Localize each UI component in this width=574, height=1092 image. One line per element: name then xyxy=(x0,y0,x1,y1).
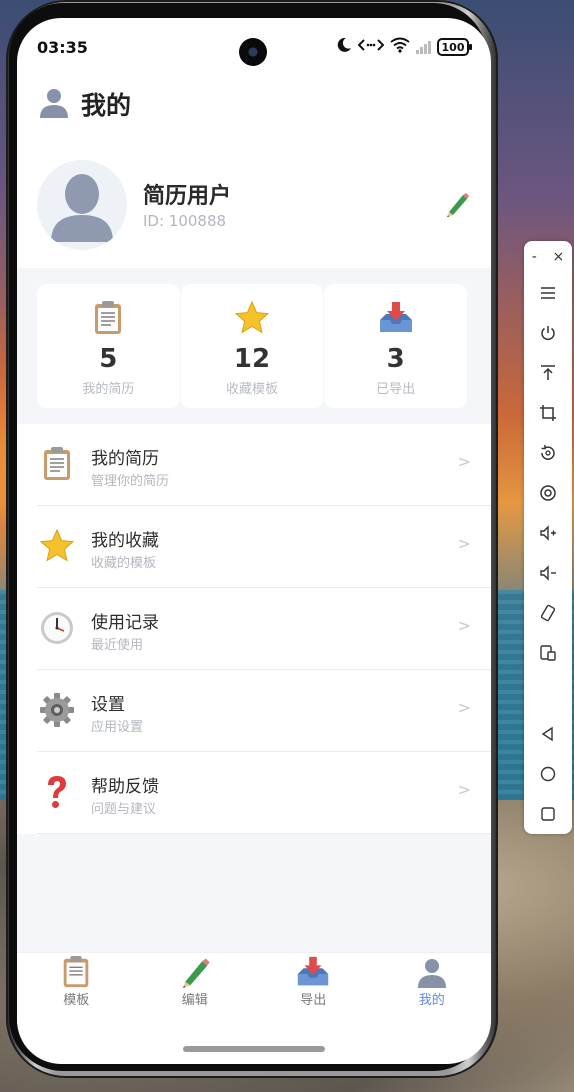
star-icon xyxy=(39,528,75,564)
stat-card-resumes[interactable]: 5 我的简历 xyxy=(37,284,180,408)
pencil-icon xyxy=(178,955,212,989)
user-icon xyxy=(37,85,71,123)
chevron-right-icon: > xyxy=(457,452,471,471)
tab-export[interactable]: 导出 xyxy=(254,953,373,1024)
stat-label: 已导出 xyxy=(376,382,416,397)
menu-title: 设置 xyxy=(91,695,125,715)
tab-edit[interactable]: 编辑 xyxy=(136,953,255,1024)
screenshot-icon[interactable] xyxy=(524,478,572,508)
user-icon xyxy=(415,955,449,989)
home-indicator[interactable] xyxy=(183,1046,325,1052)
data-transfer-icon xyxy=(357,37,385,58)
menu-list: 我的简历 管理你的简历 > 我的收藏 收藏的模板 > 使用记录 最近使用 > 设… xyxy=(17,424,491,834)
chevron-right-icon: > xyxy=(457,534,471,553)
page-header: 我的 xyxy=(37,84,131,124)
status-time: 03:35 xyxy=(37,38,88,57)
stat-value: 3 xyxy=(386,344,405,374)
menu-item-my-resumes[interactable]: 我的简历 管理你的简历 > xyxy=(17,424,491,506)
user-name: 简历用户 xyxy=(143,184,232,209)
status-bar: 03:35 100 xyxy=(17,18,491,76)
front-camera xyxy=(239,38,267,66)
signal-icon xyxy=(416,40,431,54)
pencil-icon[interactable] xyxy=(443,190,471,218)
menu-subtitle: 最近使用 xyxy=(91,638,144,653)
star-icon xyxy=(234,300,270,336)
stats-row: 5 我的简历 12 收藏模板 3 已导出 xyxy=(37,284,468,408)
menu-icon[interactable] xyxy=(524,278,572,308)
menu-title: 帮助反馈 xyxy=(91,777,159,797)
moon-icon xyxy=(336,37,352,58)
minimize-button[interactable]: - xyxy=(532,249,537,265)
wifi-icon xyxy=(390,37,410,58)
menu-item-help[interactable]: 帮助反馈 问题与建议 > xyxy=(17,752,491,834)
phone-screen: 03:35 100 我的 简历用户 ID: 100888 5 我的简历 12 收… xyxy=(17,18,491,1064)
menu-subtitle: 问题与建议 xyxy=(91,802,157,817)
rotate-icon[interactable] xyxy=(524,438,572,468)
menu-title: 我的收藏 xyxy=(91,531,159,551)
tab-mine[interactable]: 我的 xyxy=(373,953,492,1024)
menu-title: 我的简历 xyxy=(91,449,159,469)
emulator-side-toolbar: - × xyxy=(524,241,572,834)
download-tray-icon xyxy=(296,955,330,989)
tab-templates[interactable]: 模板 xyxy=(17,953,136,1024)
rotate-device-icon[interactable] xyxy=(524,598,572,628)
status-icons: 100 xyxy=(336,37,472,58)
pin-top-icon[interactable] xyxy=(524,358,572,388)
gear-icon xyxy=(39,692,75,728)
menu-subtitle: 应用设置 xyxy=(91,720,144,735)
stat-card-favorites[interactable]: 12 收藏模板 xyxy=(180,284,324,408)
menu-subtitle: 管理你的简历 xyxy=(91,474,170,489)
menu-item-favorites[interactable]: 我的收藏 收藏的模板 > xyxy=(17,506,491,588)
volume-up-icon[interactable] xyxy=(524,518,572,548)
volume-down-icon[interactable] xyxy=(524,558,572,588)
battery-icon: 100 xyxy=(437,38,472,56)
menu-item-settings[interactable]: 设置 应用设置 > xyxy=(17,670,491,752)
menu-item-history[interactable]: 使用记录 最近使用 > xyxy=(17,588,491,670)
stat-label: 我的简历 xyxy=(82,382,135,397)
tab-label: 我的 xyxy=(418,993,445,1008)
chevron-right-icon: > xyxy=(457,698,471,717)
menu-title: 使用记录 xyxy=(91,613,159,633)
power-icon[interactable] xyxy=(524,318,572,348)
avatar[interactable] xyxy=(37,160,127,250)
close-button[interactable]: × xyxy=(552,249,564,265)
toolbar-window-controls: - × xyxy=(524,247,572,267)
clipboard-icon xyxy=(39,446,75,482)
clock-icon xyxy=(39,610,75,646)
clipboard-icon xyxy=(59,955,93,989)
stat-value: 12 xyxy=(233,344,271,374)
bottom-tab-bar: 模板 编辑 导出 我的 xyxy=(17,952,491,1024)
chevron-right-icon: > xyxy=(457,616,471,635)
stat-card-exported[interactable]: 3 已导出 xyxy=(324,284,468,408)
clipboard-icon xyxy=(90,300,126,336)
question-icon xyxy=(39,774,75,810)
menu-subtitle: 收藏的模板 xyxy=(91,556,157,571)
user-id: ID: 100888 xyxy=(143,212,227,230)
page-title: 我的 xyxy=(81,91,132,120)
stat-label: 收藏模板 xyxy=(226,382,279,397)
download-tray-icon xyxy=(378,300,414,336)
tab-label: 导出 xyxy=(300,993,327,1008)
stat-value: 5 xyxy=(99,344,118,374)
back-icon[interactable] xyxy=(524,719,572,749)
recents-icon[interactable] xyxy=(524,799,572,829)
tab-label: 编辑 xyxy=(181,993,208,1008)
profile-card: 简历用户 ID: 100888 xyxy=(17,148,491,266)
chevron-right-icon: > xyxy=(457,780,471,799)
tab-label: 模板 xyxy=(63,993,90,1008)
crop-icon[interactable] xyxy=(524,398,572,428)
home-icon[interactable] xyxy=(524,759,572,789)
multi-screen-icon[interactable] xyxy=(524,638,572,668)
